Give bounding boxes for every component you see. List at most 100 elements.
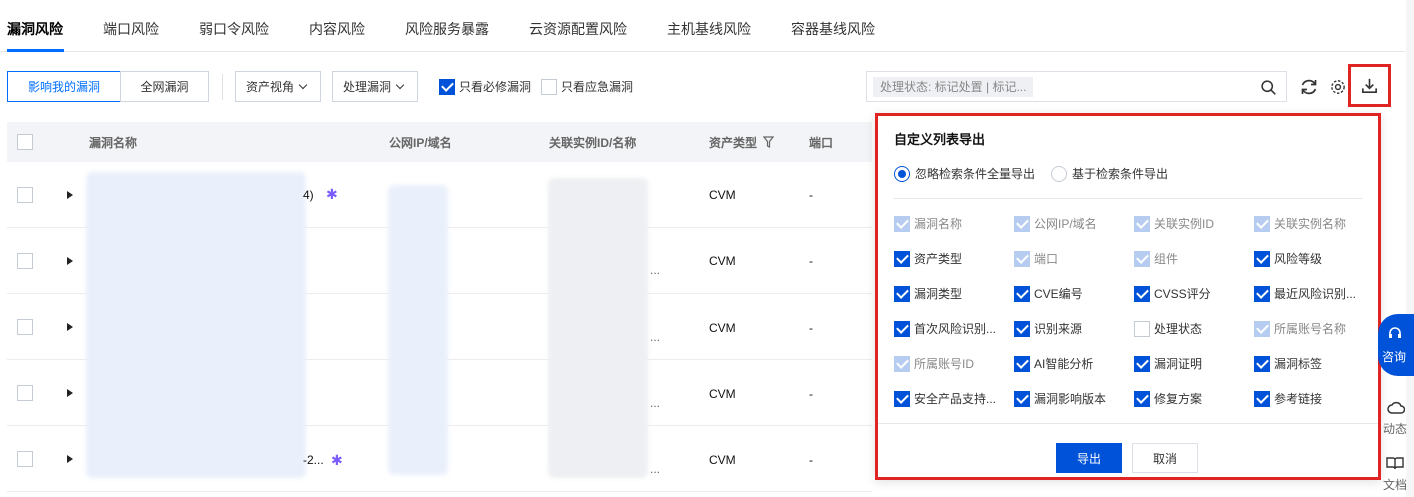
export-field-label: 漏洞证明 [1154,357,1203,371]
export-field-option[interactable]: 参考链接 [1254,390,1364,407]
tab-vuln-risk[interactable]: 漏洞风险 [7,19,63,39]
checkbox-checked[interactable] [1014,390,1030,407]
redacted-instances [548,178,648,478]
scrollbar[interactable] [1406,0,1414,497]
tab-cloud-config-risk[interactable]: 云资源配置风险 [529,19,627,39]
tab-weak-password-risk[interactable]: 弱口令风险 [199,19,269,39]
asset-type-cell: CVM [709,453,736,467]
must-fix-label: 只看必修漏洞 [459,80,532,94]
radio-export-all-label: 忽略检索条件全量导出 [915,167,1036,181]
checkbox-checked[interactable] [1254,250,1270,267]
checkbox-unchecked[interactable] [1134,320,1150,337]
checkbox-checked[interactable] [1134,390,1150,407]
export-field-option[interactable]: 漏洞影响版本 [1014,390,1124,407]
expand-arrow-icon[interactable] [67,191,73,199]
checkbox-checked[interactable] [1134,355,1150,372]
asset-type-cell: CVM [709,387,736,401]
row-checkbox[interactable] [17,187,33,203]
search-input[interactable]: 处理状态: 标记处置 | 标记... [866,71,1287,102]
export-field-option[interactable]: 识别来源 [1014,320,1124,337]
checkbox-unchecked[interactable] [541,78,557,95]
book-icon[interactable] [1386,456,1404,470]
gear-icon[interactable] [1329,76,1347,98]
row-checkbox[interactable] [17,319,33,335]
asset-type-cell: CVM [709,321,736,335]
port-cell: - [809,387,813,401]
export-field-label: AI智能分析 [1034,357,1094,371]
radio-export-filtered[interactable]: 基于检索条件导出 [1051,165,1168,182]
search-filter-tag[interactable]: 处理状态: 标记处置 | 标记... [873,77,1034,97]
search-icon[interactable] [1260,79,1277,96]
vuln-name-tail[interactable]: 4) [303,188,314,202]
export-field-option[interactable]: AI智能分析 [1014,355,1124,372]
cloud-icon[interactable] [1387,400,1405,416]
export-field-option[interactable]: 漏洞证明 [1134,355,1244,372]
export-button[interactable]: 导出 [1056,443,1122,473]
export-field-option[interactable]: 处理状态 [1134,320,1244,337]
export-field-label: CVSS评分 [1154,287,1211,301]
checkbox-checked[interactable] [894,390,910,407]
tab-content-risk[interactable]: 内容风险 [309,19,365,39]
row-checkbox[interactable] [17,253,33,269]
export-field-label: 组件 [1154,252,1179,266]
must-fix-checkbox[interactable]: 只看必修漏洞 [439,78,531,95]
export-field-option: 关联实例ID [1134,215,1244,232]
export-field-option[interactable]: 最近风险识别... [1254,285,1364,302]
export-field-option[interactable]: 修复方案 [1134,390,1244,407]
docs-label[interactable]: 文档 [1383,476,1407,493]
all-network-button[interactable]: 全网漏洞 [120,71,209,102]
expand-arrow-icon[interactable] [67,257,73,265]
tab-host-baseline-risk[interactable]: 主机基线风险 [667,19,751,39]
export-field-label: 所属账号ID [914,357,975,371]
checkbox-checked[interactable] [1014,285,1030,302]
row-checkbox[interactable] [17,451,33,467]
expand-arrow-icon[interactable] [67,455,73,463]
cancel-button[interactable]: 取消 [1132,443,1198,473]
export-field-option[interactable]: 漏洞标签 [1254,355,1364,372]
tab-port-risk[interactable]: 端口风险 [103,19,159,39]
download-button[interactable] [1348,64,1391,107]
news-label[interactable]: 动态 [1383,420,1407,437]
checkbox-checked[interactable] [1254,355,1270,372]
vuln-name-tail[interactable]: -2... [303,453,324,467]
toolbar-divider [222,74,223,100]
handle-vuln-dropdown[interactable]: 处理漏洞 [332,71,418,102]
export-field-option[interactable]: 漏洞类型 [894,285,1004,302]
export-field-option[interactable]: 资产类型 [894,250,1004,267]
refresh-icon[interactable] [1298,76,1320,98]
export-field-option[interactable]: CVE编号 [1014,285,1124,302]
checkbox-checked[interactable] [894,320,910,337]
row-checkbox[interactable] [17,385,33,401]
risk-tabs: 漏洞风险 端口风险 弱口令风险 内容风险 风险服务暴露 云资源配置风险 主机基线… [0,0,1405,52]
checkbox-checked[interactable] [1014,355,1030,372]
expand-arrow-icon[interactable] [67,323,73,331]
checkbox-checked[interactable] [894,285,910,302]
radio-unselected[interactable] [1051,165,1067,182]
tab-container-baseline-risk[interactable]: 容器基线风险 [791,19,875,39]
export-field-option[interactable]: 风险等级 [1254,250,1364,267]
checkbox-checked[interactable] [1254,285,1270,302]
ai-sparkle-icon: ✱ [331,452,343,468]
select-all-checkbox[interactable] [17,134,33,150]
checkbox-checked[interactable] [1254,390,1270,407]
export-field-option[interactable]: 安全产品支持... [894,390,1004,407]
emergency-checkbox[interactable]: 只看应急漏洞 [541,78,633,95]
col-header-asset-type: 资产类型 [709,136,758,150]
checkbox-checked[interactable] [439,78,455,95]
expand-arrow-icon[interactable] [67,389,73,397]
checkbox-checked[interactable] [1134,285,1150,302]
export-field-option: 组件 [1134,250,1244,267]
radio-selected[interactable] [894,165,910,182]
affecting-me-button[interactable]: 影响我的漏洞 [7,71,121,102]
consult-button[interactable]: 咨询 [1378,314,1414,376]
export-field-option[interactable]: CVSS评分 [1134,285,1244,302]
export-field-option[interactable]: 首次风险识别... [894,320,1004,337]
checkbox-checked[interactable] [1014,320,1030,337]
filter-icon[interactable] [763,136,774,148]
radio-export-all[interactable]: 忽略检索条件全量导出 [894,165,1035,182]
tab-service-exposure[interactable]: 风险服务暴露 [405,19,489,39]
checkbox-checked [1254,215,1270,232]
instance-tail: ... [650,462,661,476]
checkbox-checked[interactable] [894,250,910,267]
asset-view-dropdown[interactable]: 资产视角 [235,71,321,102]
